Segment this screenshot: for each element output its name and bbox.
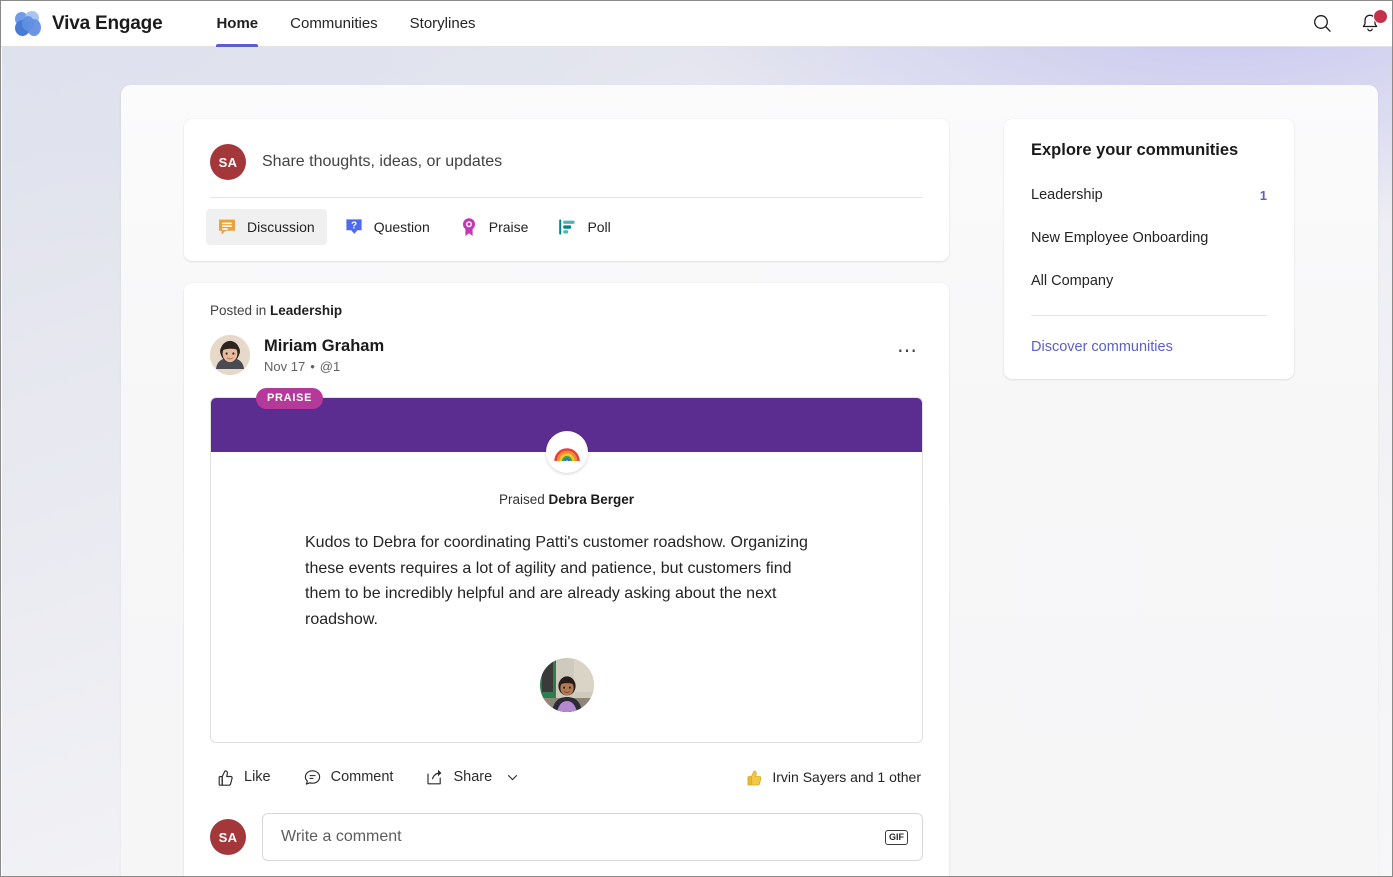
- app-header: Viva Engage Home Communities Storylines: [1, 1, 1392, 47]
- comment-label: Comment: [330, 769, 394, 785]
- composer-type-discussion[interactable]: Discussion: [206, 209, 327, 245]
- composer-type-question[interactable]: ? Question: [333, 209, 442, 245]
- community-label: All Company: [1031, 273, 1114, 289]
- comment-input[interactable]: Write a comment GIF: [262, 813, 923, 861]
- post-author-block: Miriam Graham Nov 17 • @1: [264, 336, 384, 375]
- praise-message: Kudos to Debra for coordinating Patti's …: [305, 534, 808, 628]
- composer-type-praise[interactable]: Praise: [448, 209, 541, 245]
- debra-berger-photo: [539, 658, 594, 712]
- notifications-button[interactable]: [1354, 8, 1388, 40]
- post-more-options-icon[interactable]: ⋯: [893, 341, 923, 369]
- comment-button[interactable]: Comment: [297, 762, 406, 793]
- composer-type-question-label: Question: [373, 219, 430, 235]
- search-icon: [1313, 15, 1331, 33]
- author-avatar[interactable]: [210, 335, 250, 375]
- nav-item-communities[interactable]: Communities: [274, 1, 394, 47]
- praise-card: PRAISE Praised Debra Berger Kudos to Deb…: [210, 388, 923, 743]
- post-mentions[interactable]: @1: [320, 359, 340, 374]
- nav-item-home[interactable]: Home: [200, 1, 274, 47]
- community-item-new-employee-onboarding[interactable]: New Employee Onboarding: [1031, 230, 1267, 246]
- share-button[interactable]: Share: [419, 762, 531, 793]
- communities-divider: [1031, 315, 1267, 316]
- thumbs-up-reaction-icon: [747, 770, 762, 785]
- main-nav: Home Communities Storylines: [200, 1, 491, 47]
- praise-icon: [462, 218, 475, 236]
- posted-in-community[interactable]: Leadership: [270, 303, 342, 318]
- notification-badge: [1373, 8, 1388, 24]
- share-label: Share: [453, 769, 493, 785]
- communities-panel-title: Explore your communities: [1031, 141, 1239, 159]
- posted-in-label: Posted in Leadership: [210, 303, 923, 318]
- praise-attached-photo[interactable]: [539, 658, 594, 712]
- feed-column: SA Share thoughts, ideas, or updates Dis…: [184, 119, 949, 876]
- poll-icon: [559, 219, 576, 235]
- praise-emoji-badge: [545, 431, 588, 473]
- comment-avatar[interactable]: SA: [210, 819, 246, 855]
- composer-avatar[interactable]: SA: [210, 144, 246, 180]
- community-item-all-company[interactable]: All Company: [1031, 273, 1267, 289]
- viva-engage-app: Viva Engage Home Communities Storylines: [0, 0, 1393, 877]
- post-meta: Nov 17 • @1: [264, 359, 384, 374]
- viva-engage-logo-icon: [15, 10, 43, 37]
- post-composer[interactable]: SA Share thoughts, ideas, or updates Dis…: [184, 119, 949, 261]
- composer-top-row: SA Share thoughts, ideas, or updates: [184, 119, 949, 185]
- praise-badge: PRAISE: [256, 388, 324, 409]
- community-unread-count: 1: [1259, 187, 1267, 203]
- like-label: Like: [244, 769, 271, 785]
- praised-line: Praised Debra Berger: [211, 492, 922, 507]
- posted-in-prefix: Posted in: [210, 303, 271, 318]
- composer-type-discussion-label: Discussion: [247, 219, 315, 235]
- community-label: New Employee Onboarding: [1031, 230, 1209, 246]
- miriam-graham-photo: [210, 335, 250, 375]
- gif-button[interactable]: GIF: [885, 829, 908, 845]
- brand[interactable]: Viva Engage: [15, 10, 163, 37]
- discussion-icon: [219, 219, 235, 235]
- header-actions: [1306, 8, 1392, 40]
- community-label: Leadership: [1031, 187, 1103, 203]
- comment-composer: SA Write a comment GIF: [210, 803, 923, 876]
- reactions-text: Irvin Sayers and 1 other: [772, 769, 921, 785]
- like-button[interactable]: Like: [210, 762, 283, 793]
- meta-separator: •: [310, 359, 315, 375]
- question-icon: ?: [346, 219, 362, 234]
- communities-panel: Explore your communities Leadership 1 Ne…: [1004, 119, 1294, 379]
- search-button[interactable]: [1306, 8, 1338, 40]
- brand-name: Viva Engage: [52, 12, 163, 34]
- like-thumb-icon: [218, 769, 233, 786]
- discover-communities-link[interactable]: Discover communities: [1031, 339, 1267, 355]
- composer-input[interactable]: Share thoughts, ideas, or updates: [262, 153, 502, 171]
- community-item-leadership[interactable]: Leadership 1: [1031, 187, 1267, 203]
- composer-type-poll-label: Poll: [587, 219, 611, 235]
- share-icon: [427, 769, 442, 784]
- post-action-bar: Like Comment Share Irvin Sayers and 1 ot…: [210, 751, 923, 803]
- post-reactions[interactable]: Irvin Sayers and 1 other: [745, 768, 923, 787]
- nav-item-storylines[interactable]: Storylines: [394, 1, 492, 47]
- praised-person[interactable]: Debra Berger: [548, 492, 634, 507]
- composer-type-buttons: Discussion ? Question Praise Poll: [184, 198, 949, 261]
- svg-text:?: ?: [351, 220, 357, 231]
- post-date: Nov 17: [264, 359, 306, 375]
- rainbow-icon: [553, 447, 580, 461]
- comment-placeholder: Write a comment: [281, 828, 402, 845]
- composer-type-praise-label: Praise: [488, 219, 529, 235]
- feed-post: Posted in Leadership Miriam Graham Nov 1…: [184, 283, 949, 876]
- praised-prefix: Praised: [498, 492, 549, 507]
- composer-type-poll[interactable]: Poll: [546, 209, 622, 245]
- chevron-down-icon: [508, 774, 518, 780]
- post-header: Miriam Graham Nov 17 • @1 ⋯: [210, 335, 923, 375]
- comment-bubble-icon: [304, 769, 320, 785]
- post-author-name[interactable]: Miriam Graham: [264, 336, 384, 357]
- praise-body: Praised Debra Berger Kudos to Debra for …: [211, 452, 922, 742]
